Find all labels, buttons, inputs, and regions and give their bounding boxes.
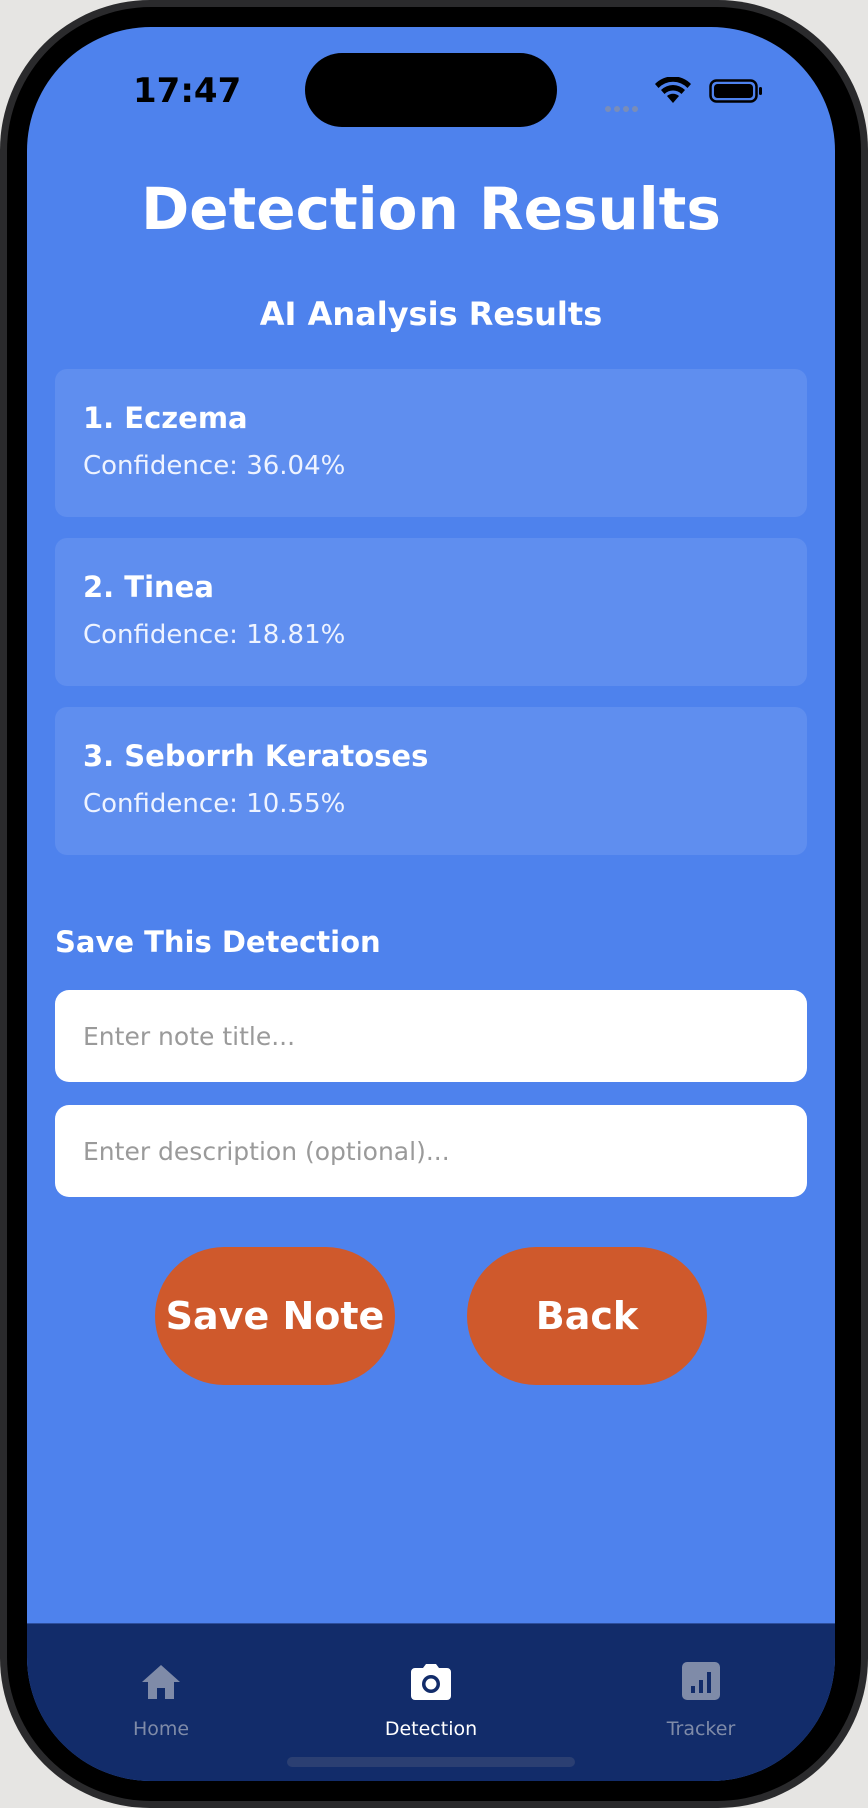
tab-home[interactable]: Home bbox=[61, 1624, 261, 1754]
result-confidence: Confidence: 10.55% bbox=[83, 789, 346, 819]
wifi-icon bbox=[655, 77, 691, 103]
home-icon bbox=[142, 1665, 180, 1699]
tab-label: Home bbox=[132, 1718, 190, 1740]
app-screen: 17:47 Detection Results AI Analysis Resu… bbox=[27, 27, 835, 1781]
note-title-input[interactable] bbox=[55, 990, 807, 1082]
result-confidence: Confidence: 36.04% bbox=[83, 451, 346, 481]
results-subtitle: AI Analysis Results bbox=[259, 295, 603, 333]
result-card: 1. Eczema Confidence: 36.04% bbox=[55, 369, 807, 517]
tab-tracker[interactable]: Tracker bbox=[601, 1624, 801, 1754]
result-condition-name: 1. Eczema bbox=[83, 401, 248, 435]
battery-icon bbox=[709, 79, 762, 103]
save-section-label: Save This Detection bbox=[55, 925, 381, 959]
result-condition-name: 2. Tinea bbox=[83, 570, 214, 604]
note-description-input[interactable] bbox=[55, 1105, 807, 1197]
dynamic-island bbox=[305, 53, 557, 127]
chart-icon bbox=[682, 1662, 720, 1700]
tab-label: Detection bbox=[384, 1718, 478, 1740]
tab-label: Tracker bbox=[666, 1718, 736, 1740]
camera-icon bbox=[411, 1664, 451, 1700]
home-indicator[interactable] bbox=[287, 1757, 575, 1767]
result-confidence: Confidence: 18.81% bbox=[83, 620, 346, 650]
cellular-signal-icon bbox=[605, 97, 645, 112]
result-condition-name: 3. Seborrh Keratoses bbox=[83, 739, 429, 773]
result-card: 2. Tinea Confidence: 18.81% bbox=[55, 538, 807, 686]
page-title: Detection Results bbox=[141, 175, 721, 243]
result-card: 3. Seborrh Keratoses Confidence: 10.55% bbox=[55, 707, 807, 855]
phone-frame: 17:47 Detection Results AI Analysis Resu… bbox=[0, 0, 868, 1808]
back-button[interactable]: Back bbox=[467, 1247, 707, 1385]
save-note-button[interactable]: Save Note bbox=[155, 1247, 395, 1385]
status-time: 17:47 bbox=[133, 71, 242, 111]
tab-detection[interactable]: Detection bbox=[331, 1624, 531, 1754]
